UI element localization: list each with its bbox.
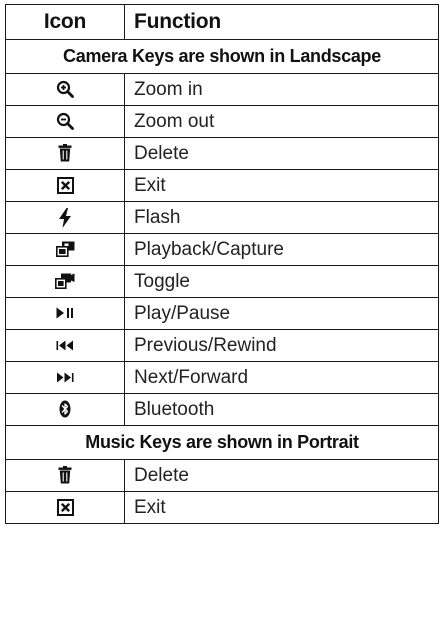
exit-icon: [56, 498, 74, 516]
zoom-out-icon: [56, 112, 74, 131]
function-label: Exit: [124, 169, 439, 202]
table-row: Delete: [5, 137, 439, 170]
toggle-camera-icon: [55, 273, 75, 290]
function-label: Next/Forward: [124, 361, 439, 394]
exit-icon: [56, 176, 74, 194]
table-row: Playback/Capture: [5, 233, 439, 266]
table-row: Flash: [5, 201, 439, 234]
previous-rewind-icon: [56, 340, 74, 351]
table-row: Previous/Rewind: [5, 329, 439, 362]
icon-column-header: Icon: [5, 4, 125, 40]
table-row: Zoom in: [5, 73, 439, 106]
function-label: Flash: [124, 201, 439, 234]
table-row: Toggle: [5, 265, 439, 298]
header-row: Icon Function: [5, 4, 439, 40]
function-label: Previous/Rewind: [124, 329, 439, 362]
table-row: Zoom out: [5, 105, 439, 138]
function-column-header: Function: [124, 4, 439, 40]
table-row: Exit: [5, 169, 439, 202]
function-label: Toggle: [124, 265, 439, 298]
key-icon-table: Icon Function Camera Keys are shown in L…: [5, 4, 439, 524]
function-label: Zoom out: [124, 105, 439, 138]
next-forward-icon: [56, 372, 74, 383]
trash-icon: [58, 466, 72, 484]
playback-capture-icon: [55, 241, 75, 258]
function-label: Zoom in: [124, 73, 439, 106]
function-label: Exit: [124, 491, 439, 524]
flash-icon: [58, 207, 72, 228]
table-row: Play/Pause: [5, 297, 439, 330]
function-label: Bluetooth: [124, 393, 439, 426]
table-row: Bluetooth: [5, 393, 439, 426]
section-title-camera: Camera Keys are shown in Landscape: [5, 39, 439, 74]
trash-icon: [58, 144, 72, 162]
function-label: Playback/Capture: [124, 233, 439, 266]
section-title-music: Music Keys are shown in Portrait: [5, 425, 439, 460]
table-row: Next/Forward: [5, 361, 439, 394]
bluetooth-icon: [59, 400, 71, 418]
section-row: Camera Keys are shown in Landscape: [5, 39, 439, 74]
table-row: Delete: [5, 459, 439, 492]
play-pause-icon: [56, 307, 74, 319]
section-row: Music Keys are shown in Portrait: [5, 425, 439, 460]
function-label: Delete: [124, 459, 439, 492]
function-label: Delete: [124, 137, 439, 170]
zoom-in-icon: [56, 80, 74, 99]
table-row: Exit: [5, 491, 439, 524]
function-label: Play/Pause: [124, 297, 439, 330]
